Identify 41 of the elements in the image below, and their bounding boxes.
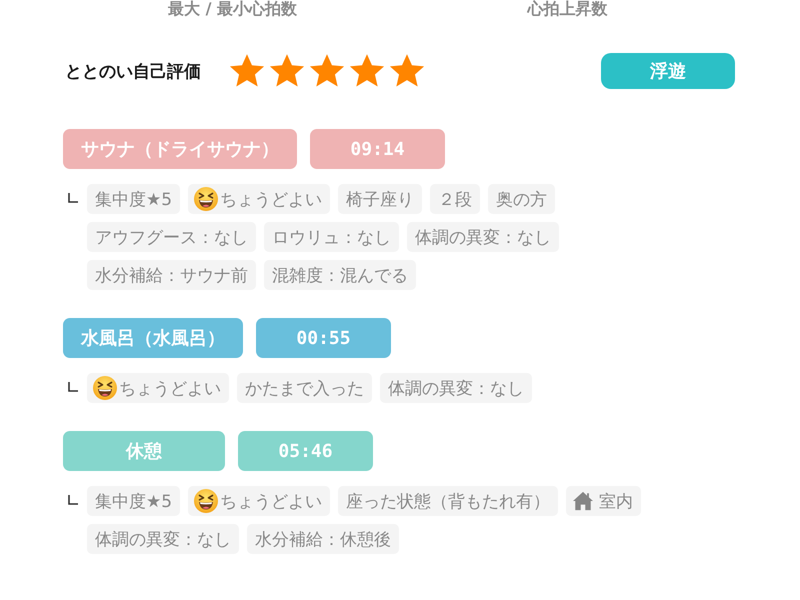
detail-text: ちょうどよい (220, 490, 322, 512)
session-time-tag: 05:46 (238, 431, 373, 471)
detail-chip: 体調の異変：なし (380, 373, 532, 403)
branch-corner-icon (68, 382, 78, 392)
session-name-tag: 水風呂（水風呂） (63, 318, 243, 358)
detail-chip: 水分補給：休憩後 (247, 524, 399, 554)
session-name-tag: サウナ（ドライサウナ） (63, 129, 297, 169)
session-time-tag: 00:55 (256, 318, 391, 358)
star-icon (229, 53, 265, 89)
session-time-tag: 09:14 (310, 129, 445, 169)
branch-corner-icon (68, 495, 78, 505)
detail-chip: アウフグース：なし (87, 222, 256, 252)
laughing-face-icon (93, 376, 117, 400)
column-heading: 最大 / 最小心拍数 (168, 0, 297, 18)
rating-label: ととのい自己評価 (65, 60, 201, 82)
detail-chip: 体調の異変：なし (87, 524, 239, 554)
detail-chip: 体調の異変：なし (407, 222, 559, 252)
detail-text: ちょうどよい (220, 188, 322, 210)
detail-text: 室内 (599, 490, 634, 512)
detail-chip: かたまで入った (237, 373, 372, 403)
star-icon (269, 53, 305, 89)
laughing-face-icon (194, 489, 218, 513)
star-icon (349, 53, 385, 89)
session-name-tag: 休憩 (63, 431, 225, 471)
branch-corner-icon (68, 193, 78, 203)
mood-badge: 浮遊 (601, 53, 735, 89)
star-icon (389, 53, 425, 89)
detail-chip: 椅子座り (338, 184, 422, 214)
detail-chip: ２段 (430, 184, 480, 214)
detail-chip: ロウリュ：なし (264, 222, 399, 252)
house-icon (572, 491, 594, 511)
detail-text: ちょうどよい (119, 378, 221, 400)
detail-chip: 座った状態（背もたれ有） (338, 486, 558, 516)
detail-chip: 混雑度：混んでる (264, 260, 416, 290)
detail-chip: 水分補給：サウナ前 (87, 260, 256, 290)
laughing-face-icon (194, 187, 218, 211)
detail-chip: 奥の方 (488, 184, 556, 214)
detail-chip: 集中度★5 (87, 486, 180, 516)
column-heading: 心拍上昇数 (528, 0, 608, 18)
detail-chip: 集中度★5 (87, 184, 180, 214)
star-icon (309, 53, 345, 89)
